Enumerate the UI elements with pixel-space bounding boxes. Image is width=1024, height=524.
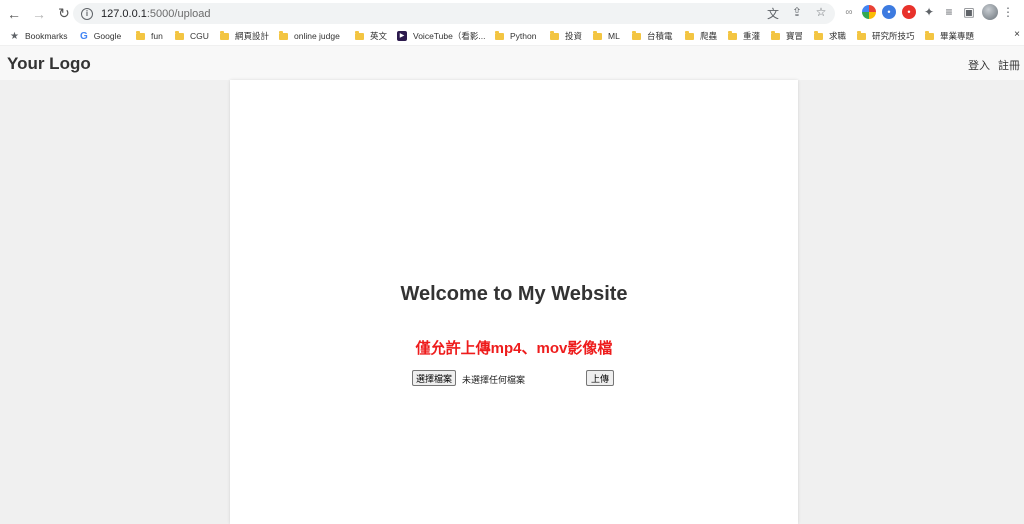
folder-icon (814, 30, 823, 40)
bookmark-label: CGU (190, 31, 209, 41)
bookmark-label: Python (510, 31, 537, 41)
folder-icon (355, 30, 364, 40)
google-icon: G (80, 30, 88, 42)
side-panel-icon[interactable]: ▣ (962, 5, 976, 19)
bookmark-label: 研究所技巧 (872, 31, 915, 41)
bookmark-item[interactable]: fun (136, 30, 163, 41)
folder-icon (685, 30, 694, 40)
url-text[interactable]: 127.0.0.1:5000/upload (101, 8, 211, 20)
bookmark-item[interactable]: 重灌 (728, 30, 760, 42)
upload-notice: 僅允許上傳mp4、mov影像檔 (415, 340, 613, 357)
bookmark-item[interactable]: 求職 (814, 30, 846, 42)
upload-form: 選擇檔案 未選擇任何檔案 上傳 (412, 370, 622, 388)
bookmark-label: Bookmarks (24, 31, 68, 41)
bookmark-label: 重灌 (743, 31, 761, 41)
folder-icon (495, 30, 504, 40)
reload-icon[interactable]: ↻ (53, 3, 75, 25)
url-host: 127.0.0.1 (101, 7, 147, 20)
file-status-text: 未選擇任何檔案 (462, 376, 526, 386)
forward-arrow-icon[interactable]: → (28, 3, 50, 25)
translate-icon[interactable]: 文 (765, 5, 781, 22)
close-icon[interactable]: × (1014, 29, 1020, 40)
bookmark-item[interactable]: online judge (279, 30, 340, 41)
folder-icon (925, 30, 934, 40)
bookmark-item[interactable]: 寶冒 (771, 30, 803, 42)
folder-icon (175, 30, 184, 40)
folder-icon (220, 30, 229, 40)
bookmark-label: 網頁設計 (235, 31, 270, 41)
bookmark-item[interactable]: ★ Bookmarks (10, 31, 67, 42)
bookmark-label: 投資 (565, 31, 583, 41)
bookmark-label: fun (151, 31, 163, 41)
bookmark-label: 寶冒 (786, 31, 804, 41)
bookmark-item[interactable]: 畢業專題 (925, 30, 974, 42)
folder-icon (857, 30, 866, 40)
bookmark-item[interactable]: 台積電 (632, 30, 673, 42)
choose-file-button[interactable]: 選擇檔案 (412, 370, 457, 386)
bookmark-item[interactable]: ▶ VoiceTube（看影... (397, 30, 485, 42)
reading-list-icon[interactable]: ≡ (942, 5, 956, 19)
bookmark-item[interactable]: ML (593, 30, 620, 41)
folder-icon (771, 30, 780, 40)
browser-toolbar: ← → ↻ i 127.0.0.1:5000/upload 文 ⇪ ☆ ∞ • … (0, 0, 1024, 27)
bookmark-label: 求職 (829, 31, 847, 41)
bookmark-item[interactable]: 研究所技巧 (857, 30, 915, 42)
bookmark-star-icon[interactable]: ☆ (813, 5, 829, 22)
folder-icon (728, 30, 737, 40)
bookmark-label: 爬蟲 (700, 31, 718, 41)
folder-icon (550, 30, 559, 40)
bookmark-label: VoiceTube（看影... (413, 31, 486, 41)
browser-menu-icon[interactable]: ⋮ (1002, 5, 1014, 19)
main-content: Welcome to My Website 僅允許上傳mp4、mov影像檔 選擇… (230, 80, 798, 524)
site-header: Your Logo 登入 註冊 (0, 46, 1024, 80)
bookmark-item[interactable]: G Google (80, 31, 121, 42)
bookmark-item[interactable]: 投資 (550, 30, 582, 42)
profile-avatar[interactable] (982, 4, 998, 20)
page-title: Welcome to My Website (400, 283, 628, 305)
bookmark-label: 英文 (370, 31, 388, 41)
bookmark-item[interactable]: 英文 (355, 30, 387, 42)
address-bar[interactable]: i 127.0.0.1:5000/upload 文 ⇪ ☆ (73, 3, 835, 24)
auth-nav: 登入 註冊 (968, 57, 1020, 73)
blue-extension-icon[interactable]: • (882, 5, 896, 19)
share-icon[interactable]: ⇪ (789, 5, 805, 22)
site-info-icon[interactable]: i (81, 7, 93, 20)
bookmark-label: Google (93, 31, 122, 41)
url-path: :5000/upload (146, 7, 211, 20)
bookmark-item[interactable]: 網頁設計 (220, 30, 269, 42)
glasses-extension-icon[interactable]: ∞ (842, 5, 856, 19)
bookmarks-bar: ★ Bookmarks G Google fun CGU 網頁設計 online… (0, 27, 1024, 45)
bookmark-label: online judge (294, 31, 340, 41)
folder-icon (136, 30, 145, 40)
bookmark-label: 畢業專題 (940, 31, 975, 41)
bookmark-item[interactable]: 爬蟲 (685, 30, 717, 42)
register-link[interactable]: 註冊 (998, 57, 1020, 73)
folder-icon (279, 30, 288, 40)
extensions-puzzle-icon[interactable]: ✦ (922, 5, 936, 19)
folder-icon (632, 30, 641, 40)
red-extension-icon[interactable]: • (902, 5, 916, 19)
voicetube-icon: ▶ (397, 31, 407, 41)
bookmark-label: 台積電 (647, 31, 673, 41)
bookmark-item[interactable]: CGU (175, 30, 209, 41)
login-link[interactable]: 登入 (968, 57, 990, 73)
colorful-extension-icon[interactable] (862, 5, 876, 19)
bookmark-label: ML (608, 31, 620, 41)
back-arrow-icon[interactable]: ← (3, 3, 25, 25)
site-logo[interactable]: Your Logo (7, 54, 91, 74)
upload-button[interactable]: 上傳 (586, 370, 615, 386)
star-icon: ★ (10, 30, 19, 42)
bookmark-item[interactable]: Python (495, 30, 537, 41)
folder-icon (593, 30, 602, 40)
